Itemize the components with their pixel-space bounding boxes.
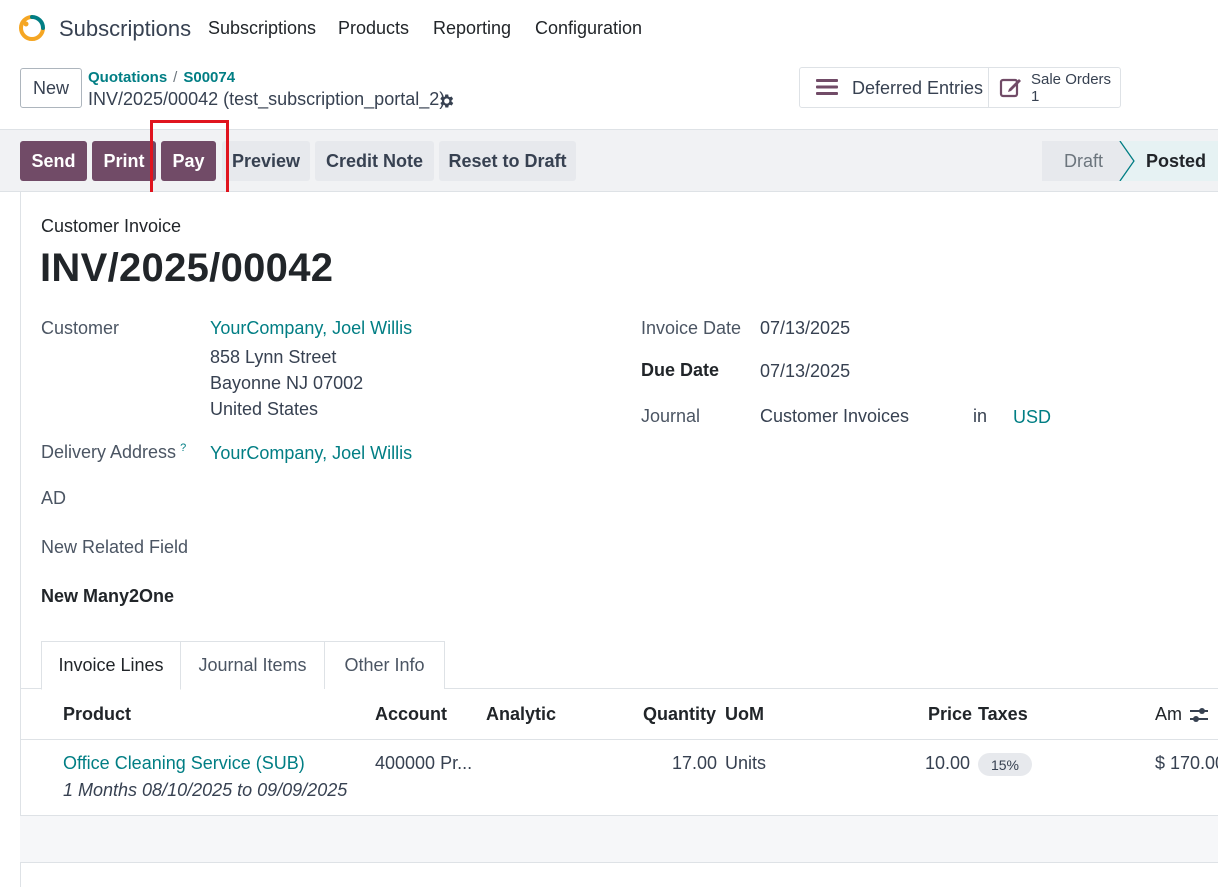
status-bar: Draft Posted [1042,141,1218,181]
address-line-1: 858 Lynn Street [210,347,337,367]
line-uom[interactable]: Units [725,753,766,774]
line-price[interactable]: 10.00 [925,753,970,774]
sale-orders-label: Sale Orders [1031,71,1112,88]
smart-buttons: Deferred Entries Sale Orders 1 [799,67,1121,108]
preview-button[interactable]: Preview [222,141,310,181]
menu-configuration[interactable]: Configuration [535,18,642,39]
column-price[interactable]: Price [928,704,972,725]
pay-button[interactable]: Pay [161,141,216,181]
table-row-divider-2 [20,862,1218,863]
sale-orders-count: 1 [1031,88,1040,105]
menu-reporting[interactable]: Reporting [433,18,511,39]
new-button[interactable]: New [20,68,82,108]
delivery-address-label: Delivery Address? [41,442,186,463]
table-header-divider [20,739,1218,740]
breadcrumb-separator: / [173,69,178,86]
help-tooltip-icon[interactable]: ? [180,442,186,454]
address-line-2: Bayonne NJ 07002 [210,373,364,393]
column-taxes[interactable]: Taxes [978,704,1028,725]
edit-icon [999,78,1021,98]
due-date-label: Due Date [641,360,720,380]
currency-field[interactable]: USD [1013,407,1051,428]
status-arrow [1114,141,1144,181]
list-icon [816,79,838,95]
delivery-address-text: Delivery Address [41,442,177,462]
line-amount: $ 170.00 [1155,753,1218,773]
empty-table-row [20,816,1218,862]
send-button[interactable]: Send [20,141,87,181]
invoice-date-label: Invoice Date [641,318,742,338]
menu-subscriptions[interactable]: Subscriptions [208,18,316,39]
ad-label: AD [41,488,67,508]
subscriptions-app-icon[interactable] [18,14,46,42]
line-product[interactable]: Office Cleaning Service (SUB) [63,753,305,774]
tax-badge[interactable]: 15% [978,753,1032,776]
column-uom[interactable]: UoM [725,704,764,725]
sale-orders-button[interactable]: Sale Orders 1 [989,68,1121,107]
delivery-address-field[interactable]: YourCompany, Joel Willis [210,443,412,464]
invoice-date-field[interactable]: 07/13/2025 [760,318,850,339]
line-quantity[interactable]: 17.00 [672,753,717,774]
breadcrumb-order[interactable]: S00074 [183,69,235,86]
breadcrumb: Quotations / S00074 [88,69,235,86]
line-description[interactable]: 1 Months 08/10/2025 to 09/09/2025 [63,780,347,801]
deferred-entries-button[interactable]: Deferred Entries [800,68,989,107]
top-navbar: Subscriptions Subscriptions Products Rep… [0,0,1218,58]
new-many2one-label: New Many2One [41,586,175,606]
gear-icon[interactable] [437,92,455,110]
column-amount[interactable]: Am [1155,704,1182,725]
credit-note-button[interactable]: Credit Note [315,141,434,181]
print-button[interactable]: Print [92,141,156,181]
document-type: Customer Invoice [41,216,182,236]
record-title: INV/2025/00042 (test_subscription_portal… [88,89,446,109]
journal-field[interactable]: Customer Invoices [760,406,909,427]
column-analytic[interactable]: Analytic [486,704,556,725]
invoice-number: INV/2025/00042 [40,246,334,290]
due-date-field[interactable]: 07/13/2025 [760,361,850,382]
tab-other-info[interactable]: Other Info [324,641,445,689]
tab-invoice-lines[interactable]: Invoice Lines [41,641,181,690]
journal-label: Journal [641,406,701,426]
column-account[interactable]: Account [375,704,447,725]
tab-journal-items[interactable]: Journal Items [180,641,325,689]
in-label: in [973,406,988,426]
customer-field[interactable]: YourCompany, Joel Willis [210,318,412,339]
app-name[interactable]: Subscriptions [59,16,191,42]
breadcrumb-quotations[interactable]: Quotations [88,69,167,86]
control-panel: New Quotations / S00074 INV/2025/00042 (te… [0,58,1218,130]
column-quantity[interactable]: Quantity [643,704,716,725]
line-account[interactable]: 400000 Pr... [375,753,472,774]
column-product[interactable]: Product [63,704,131,725]
address-line-3: United States [210,399,319,419]
reset-to-draft-button[interactable]: Reset to Draft [439,141,576,181]
optional-columns-icon[interactable] [1188,704,1210,726]
new-related-field-label: New Related Field [41,537,189,557]
deferred-entries-label: Deferred Entries [852,78,984,98]
customer-label: Customer [41,318,120,338]
menu-products[interactable]: Products [338,18,409,39]
action-bar: Send Print Pay Preview Credit Note Reset… [0,130,1218,192]
